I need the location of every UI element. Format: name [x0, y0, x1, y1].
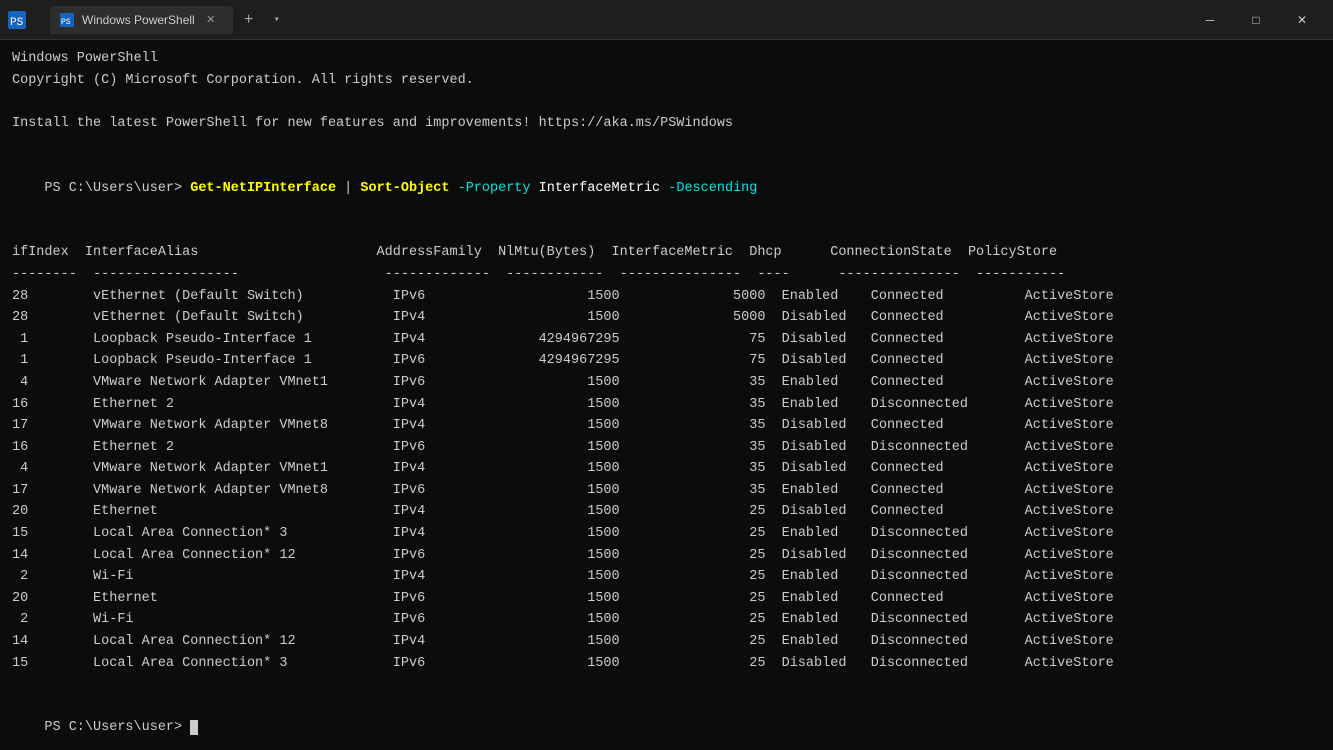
tab-dropdown-button[interactable]: ▾: [265, 8, 289, 32]
table-row: 15 Local Area Connection* 3 IPv6 1500 25…: [12, 653, 1321, 675]
terminal-line-5: [12, 134, 1321, 156]
terminal-line-3: [12, 91, 1321, 113]
table-row: 14 Local Area Connection* 12 IPv6 1500 2…: [12, 545, 1321, 567]
minimize-button[interactable]: ─: [1187, 4, 1233, 36]
terminal-line-4: Install the latest PowerShell for new fe…: [12, 113, 1321, 135]
table-separator: -------- ------------------ ------------…: [12, 264, 1321, 286]
tab-icon: PS: [60, 13, 74, 27]
table-row: 2 Wi-Fi IPv4 1500 25 Enabled Disconnecte…: [12, 566, 1321, 588]
terminal-line-1: Windows PowerShell: [12, 48, 1321, 70]
table-row: 2 Wi-Fi IPv6 1500 25 Enabled Disconnecte…: [12, 609, 1321, 631]
window-controls: ─ □ ✕: [1187, 4, 1325, 36]
table-row: 28 vEthernet (Default Switch) IPv6 1500 …: [12, 286, 1321, 308]
tabs-container: PS Windows PowerShell ✕ + ▾: [50, 6, 289, 34]
table-row: 17 VMware Network Adapter VMnet8 IPv6 15…: [12, 480, 1321, 502]
title-bar: PS PS Windows PowerShell ✕ + ▾ ─ □ ✕: [0, 0, 1333, 40]
close-button[interactable]: ✕: [1279, 4, 1325, 36]
table-row: 1 Loopback Pseudo-Interface 1 IPv4 42949…: [12, 329, 1321, 351]
cmd-property-value: InterfaceMetric: [539, 181, 661, 196]
cmd-property-flag: -Property: [450, 181, 539, 196]
table-body: 28 vEthernet (Default Switch) IPv6 1500 …: [12, 286, 1321, 675]
prompt-text: PS C:\Users\user>: [44, 181, 190, 196]
terminal-command-line: PS C:\Users\user> Get-NetIPInterface | S…: [12, 156, 1321, 221]
table-row: 14 Local Area Connection* 12 IPv4 1500 2…: [12, 631, 1321, 653]
new-tab-button[interactable]: +: [235, 6, 263, 34]
table-row: 16 Ethernet 2 IPv4 1500 35 Enabled Disco…: [12, 394, 1321, 416]
svg-text:PS: PS: [10, 17, 24, 29]
table-row: 28 vEthernet (Default Switch) IPv4 1500 …: [12, 307, 1321, 329]
terminal-blank-after-table: [12, 674, 1321, 696]
terminal-prompt-2[interactable]: PS C:\Users\user>: [12, 696, 1321, 750]
terminal-window: Windows PowerShell Copyright (C) Microso…: [0, 40, 1333, 750]
tab-close-button[interactable]: ✕: [203, 12, 219, 28]
cmd-get-netipinterface: Get-NetIPInterface: [190, 181, 336, 196]
title-bar-left: PS PS Windows PowerShell ✕ + ▾: [8, 6, 1187, 34]
tab-label: Windows PowerShell: [82, 13, 195, 27]
table-row: 1 Loopback Pseudo-Interface 1 IPv6 42949…: [12, 350, 1321, 372]
table-row: 17 VMware Network Adapter VMnet8 IPv4 15…: [12, 415, 1321, 437]
table-row: 15 Local Area Connection* 3 IPv4 1500 25…: [12, 523, 1321, 545]
cmd-descending-flag: -Descending: [660, 181, 757, 196]
table-row: 4 VMware Network Adapter VMnet1 IPv4 150…: [12, 458, 1321, 480]
active-tab[interactable]: PS Windows PowerShell ✕: [50, 6, 233, 34]
prompt-2-text: PS C:\Users\user>: [44, 720, 190, 735]
terminal-blank-after-cmd: [12, 221, 1321, 243]
cursor: [190, 720, 198, 735]
table-row: 20 Ethernet IPv6 1500 25 Enabled Connect…: [12, 588, 1321, 610]
table-output: ifIndex InterfaceAlias AddressFamily NlM…: [12, 242, 1321, 674]
cmd-sort-object: Sort-Object: [360, 181, 449, 196]
terminal-line-2: Copyright (C) Microsoft Corporation. All…: [12, 70, 1321, 92]
powershell-icon: PS: [8, 11, 26, 29]
table-row: 16 Ethernet 2 IPv6 1500 35 Disabled Disc…: [12, 437, 1321, 459]
table-header: ifIndex InterfaceAlias AddressFamily NlM…: [12, 242, 1321, 264]
svg-text:PS: PS: [61, 18, 71, 27]
maximize-button[interactable]: □: [1233, 4, 1279, 36]
table-row: 4 VMware Network Adapter VMnet1 IPv6 150…: [12, 372, 1321, 394]
cmd-pipe: |: [336, 181, 360, 196]
table-row: 20 Ethernet IPv4 1500 25 Disabled Connec…: [12, 501, 1321, 523]
